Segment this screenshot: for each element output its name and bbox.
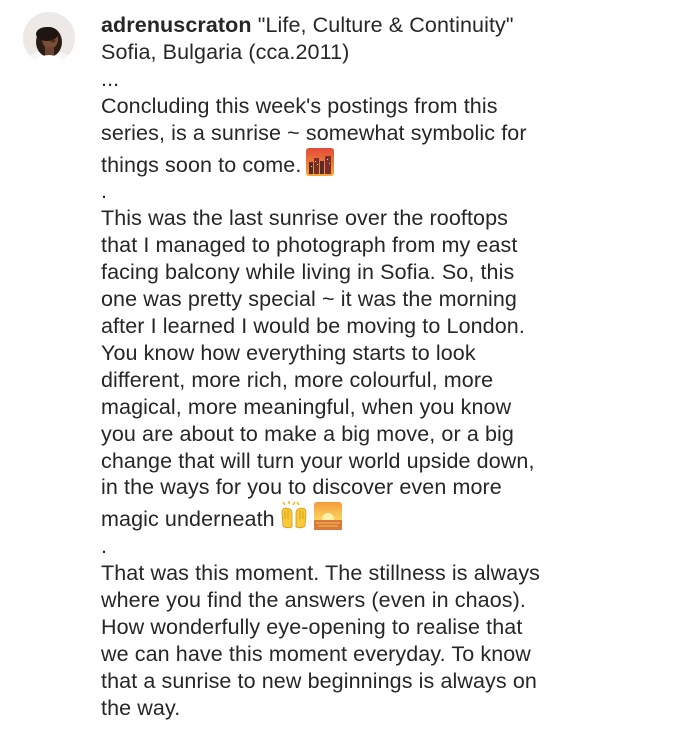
- paragraph-line: You know how everything starts to look: [101, 340, 476, 365]
- raised-hands-emoji-icon: [279, 501, 309, 531]
- paragraph-line: where you find the answers (even in chao…: [101, 588, 526, 613]
- paragraph-line: change that will turn your world upside …: [101, 448, 535, 473]
- paragraph-line: This was the last sunrise over the rooft…: [101, 206, 509, 231]
- paragraph-line: we can have this moment everyday. To kno…: [101, 641, 531, 666]
- separator-dot: .: [101, 179, 108, 204]
- paragraph-line: after I learned I would be moving to Lon…: [101, 313, 525, 338]
- paragraph-line: How wonderfully eye-opening to realise t…: [101, 614, 523, 639]
- location-line: Sofia, Bulgaria (cca.2011): [101, 39, 350, 64]
- paragraph-line: in the ways for you to discover even mor…: [101, 475, 502, 500]
- avatar-image: [23, 12, 75, 64]
- paragraph-line: one was pretty special ~ it was the morn…: [101, 287, 517, 312]
- ellipsis: ...: [101, 66, 120, 91]
- paragraph-line: magical, more meaningful, when you know: [101, 394, 512, 419]
- city-sunset-emoji-icon: [305, 147, 335, 177]
- paragraph-line: series, is a sunrise ~ somewhat symbolic…: [101, 120, 527, 145]
- paragraph-line: different, more rich, more colourful, mo…: [101, 367, 494, 392]
- username-link[interactable]: adrenuscraton: [101, 13, 252, 37]
- paragraph-line: Concluding this week's postings from thi…: [101, 93, 498, 118]
- paragraph-line: you are about to make a big move, or a b…: [101, 421, 514, 446]
- paragraph-line: that I managed to photograph from my eas…: [101, 233, 518, 258]
- paragraph-line: the way.: [101, 695, 181, 720]
- post-title: "Life, Culture & Continuity": [257, 13, 514, 37]
- paragraph-line-with-emoji: things soon to come.: [101, 147, 691, 179]
- paragraph-line: That was this moment. The stillness is a…: [101, 561, 541, 586]
- avatar[interactable]: [23, 12, 75, 64]
- paragraph-line-with-emoji: magic underneath: [101, 501, 691, 533]
- paragraph-line: that a sunrise to new beginnings is alwa…: [101, 668, 537, 693]
- separator-dot: .: [101, 534, 108, 559]
- paragraph-line-text: magic underneath: [101, 507, 275, 532]
- caption-text: adrenuscraton "Life, Culture & Continuit…: [101, 12, 691, 722]
- paragraph-line: facing balcony while living in Sofia. So…: [101, 260, 515, 285]
- paragraph-line-text: things soon to come.: [101, 152, 302, 177]
- caption-post: adrenuscraton "Life, Culture & Continuit…: [0, 0, 699, 743]
- sunrise-emoji-icon: [313, 501, 343, 531]
- caption-header-line: adrenuscraton "Life, Culture & Continuit…: [101, 12, 691, 39]
